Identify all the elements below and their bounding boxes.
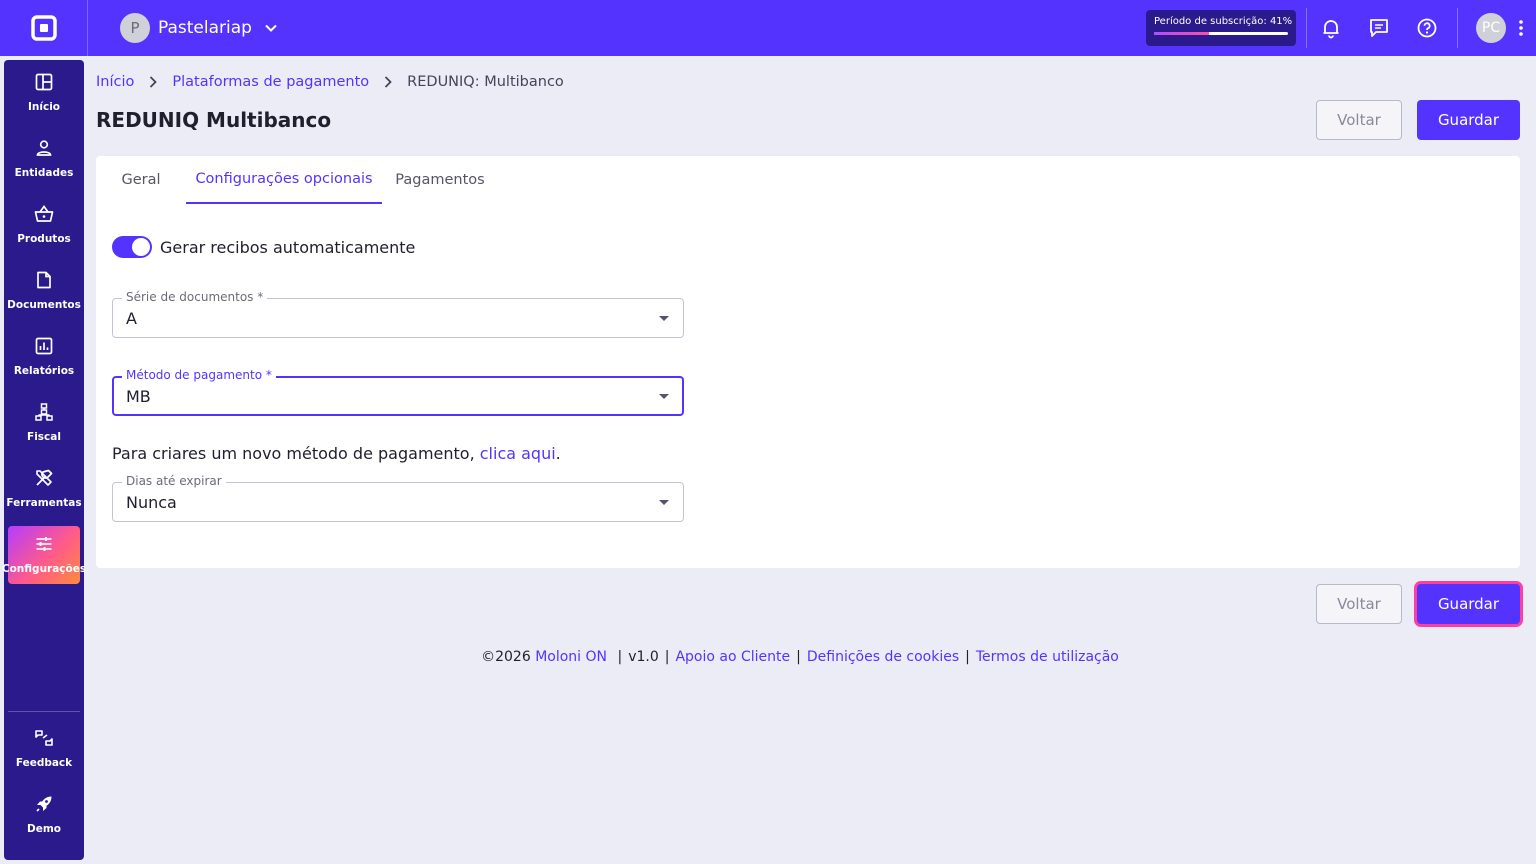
breadcrumb-current: REDUNIQ: Multibanco [407,74,564,90]
tab-geral[interactable]: Geral [112,156,170,204]
person-icon [35,139,53,161]
days-to-expire-value: Nunca [126,493,177,512]
subscription-label: Período de subscrição: 41% [1154,16,1293,27]
sidebar-item-inicio[interactable]: Início [8,64,80,122]
user-avatar[interactable]: PC [1476,13,1506,43]
auto-receipts-row: Gerar recibos automaticamente [112,236,415,258]
payment-method-label: Método de pagamento * [122,368,276,382]
divider [1457,8,1458,48]
sidebar-item-relatorios[interactable]: Relatórios [8,328,80,386]
sidebar-item-label: Início [27,101,61,113]
breadcrumb-home[interactable]: Início [96,74,134,90]
help-text-end: . [555,444,561,463]
payment-method-select[interactable]: Método de pagamento * MB [112,368,684,416]
tab-pagamentos[interactable]: Pagamentos [392,156,488,204]
footer-brand-link[interactable]: Moloni ON [535,649,607,665]
sidebar-item-label: Configurações [1,563,87,575]
help-icon[interactable] [1403,0,1451,56]
sidebar-item-label: Fiscal [27,431,61,443]
dropdown-arrow-icon [659,500,669,505]
sidebar-item-label: Relatórios [13,365,75,377]
document-series-value: A [126,309,137,328]
page-title: REDUNIQ Multibanco [96,108,332,132]
sidebar-item-label: Feedback [15,757,73,769]
hierarchy-icon [35,403,53,425]
days-to-expire-label: Dias até expirar [122,474,226,488]
sidebar-item-documentos[interactable]: Documentos [7,262,81,320]
footer-separator: | [965,649,970,665]
document-series-select[interactable]: Série de documentos * A [112,290,684,338]
sidebar-item-label: Entidades [14,167,74,179]
sidebar-item-label: Ferramentas [6,497,82,509]
rocket-icon [35,795,53,817]
breadcrumb-section[interactable]: Plataformas de pagamento [172,74,369,90]
chevron-down-icon [264,21,278,35]
chevron-right-icon [148,76,158,88]
company-name: Pastelariap [158,18,252,38]
document-icon [36,271,52,293]
sidebar-item-fiscal[interactable]: Fiscal [8,394,80,452]
kebab-icon[interactable] [1506,0,1536,56]
sidebar-item-configuracoes[interactable]: Configurações [2,526,86,584]
chevron-right-icon [383,76,393,88]
sidebar-item-demo[interactable]: Demo [8,786,80,844]
basket-icon [34,205,54,227]
dashboard-icon [35,73,53,95]
chat-icon[interactable] [1355,0,1403,56]
auto-receipts-label: Gerar recibos automaticamente [160,237,416,257]
sidebar: Início Entidades Produtos Documentos Rel… [2,60,86,860]
sidebar-item-ferramentas[interactable]: Ferramentas [6,460,82,518]
sidebar-item-label: Demo [27,823,61,835]
settings-card: Geral Configurações opcionais Pagamentos… [96,156,1520,568]
sidebar-item-produtos[interactable]: Produtos [8,196,80,254]
top-bar: P Pastelariap Período de subscrição: 41%… [0,0,1536,56]
document-series-label: Série de documentos * [122,290,268,304]
sidebar-divider [8,711,80,712]
create-payment-method-link[interactable]: clica aqui [480,444,556,463]
tools-icon [35,469,53,491]
chart-icon [35,337,53,359]
footer-terms-link[interactable]: Termos de utilização [976,649,1119,665]
dropdown-arrow-icon [659,316,669,321]
toggle-knob [132,238,150,256]
footer-separator: | [617,649,623,665]
back-button-bottom[interactable]: Voltar [1316,584,1402,624]
logo-icon[interactable] [0,0,88,56]
auto-receipts-toggle[interactable] [112,236,152,258]
sidebar-item-label: Produtos [17,233,71,245]
dropdown-arrow-icon [659,394,669,399]
days-to-expire-select[interactable]: Dias até expirar Nunca [112,474,684,522]
sidebar-item-entidades[interactable]: Entidades [8,130,80,188]
company-switcher[interactable]: P Pastelariap [120,13,278,43]
subscription-progress-bar [1154,32,1288,35]
breadcrumb: Início Plataformas de pagamento REDUNIQ:… [96,74,564,90]
footer-support-link[interactable]: Apoio ao Cliente [675,649,790,665]
footer-version: v1.0 [628,649,659,665]
company-avatar: P [120,13,150,43]
footer-separator: | [796,649,801,665]
payment-method-value: MB [126,387,151,406]
footer: ©2026 Moloni ON | v1.0 | Apoio ao Cliente | D… [0,649,1536,665]
sliders-icon [35,535,53,557]
save-button-bottom[interactable]: Guardar [1417,584,1520,624]
footer-copyright: ©2026 [481,649,531,665]
payment-method-help: Para criares um novo método de pagamento… [112,444,561,463]
sidebar-item-feedback[interactable]: Feedback [8,720,80,778]
tab-configuracoes-opcionais[interactable]: Configurações opcionais [186,156,382,204]
bell-icon[interactable] [1307,0,1355,56]
top-right-actions: Período de subscrição: 41% PC [1146,0,1536,56]
footer-separator: | [664,649,670,665]
feedback-icon [34,729,54,751]
subscription-progress-fill [1154,32,1209,35]
back-button[interactable]: Voltar [1316,100,1402,140]
subscription-indicator[interactable]: Período de subscrição: 41% [1146,10,1296,46]
help-text: Para criares um novo método de pagamento… [112,444,480,463]
save-button[interactable]: Guardar [1417,100,1520,140]
sidebar-item-label: Documentos [7,299,81,311]
footer-cookies-link[interactable]: Definições de cookies [807,649,959,665]
